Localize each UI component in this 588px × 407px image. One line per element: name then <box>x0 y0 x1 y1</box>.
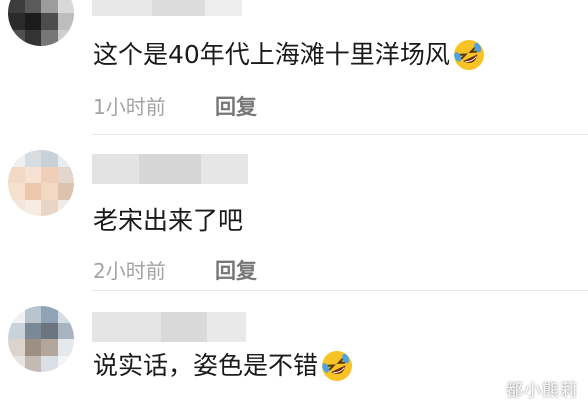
username-blurred[interactable] <box>92 154 248 184</box>
username-blurred[interactable] <box>92 0 242 16</box>
reply-button[interactable]: 回复 <box>215 258 257 284</box>
avatar[interactable] <box>8 150 74 216</box>
rofl-emoji-icon <box>453 40 484 70</box>
rofl-emoji-icon <box>322 351 353 381</box>
comment-text-content: 说实话，姿色是不错 <box>93 351 319 380</box>
reply-button[interactable]: 回复 <box>215 94 257 120</box>
comment-text: 说实话，姿色是不错 <box>93 349 354 383</box>
comment-text-content: 这个是40年代上海滩十里洋场风 <box>93 40 450 69</box>
comment-timestamp: 1小时前 <box>93 95 166 119</box>
comment-item: 老宋出来了吧 2小时前 回复 <box>0 135 588 285</box>
comment-item: 说实话，姿色是不错 <box>0 291 588 407</box>
avatar[interactable] <box>8 0 74 46</box>
comment-timestamp: 2小时前 <box>93 259 166 283</box>
watermark: 都小熊莉 <box>506 381 578 401</box>
comment-text: 这个是40年代上海滩十里洋场风 <box>93 38 486 72</box>
username-blurred[interactable] <box>92 312 246 342</box>
comment-text-content: 老宋出来了吧 <box>93 206 244 235</box>
avatar[interactable] <box>8 306 74 372</box>
comment-item: 这个是40年代上海滩十里洋场风 1小时前 回复 <box>0 0 588 130</box>
comment-text: 老宋出来了吧 <box>93 205 243 237</box>
